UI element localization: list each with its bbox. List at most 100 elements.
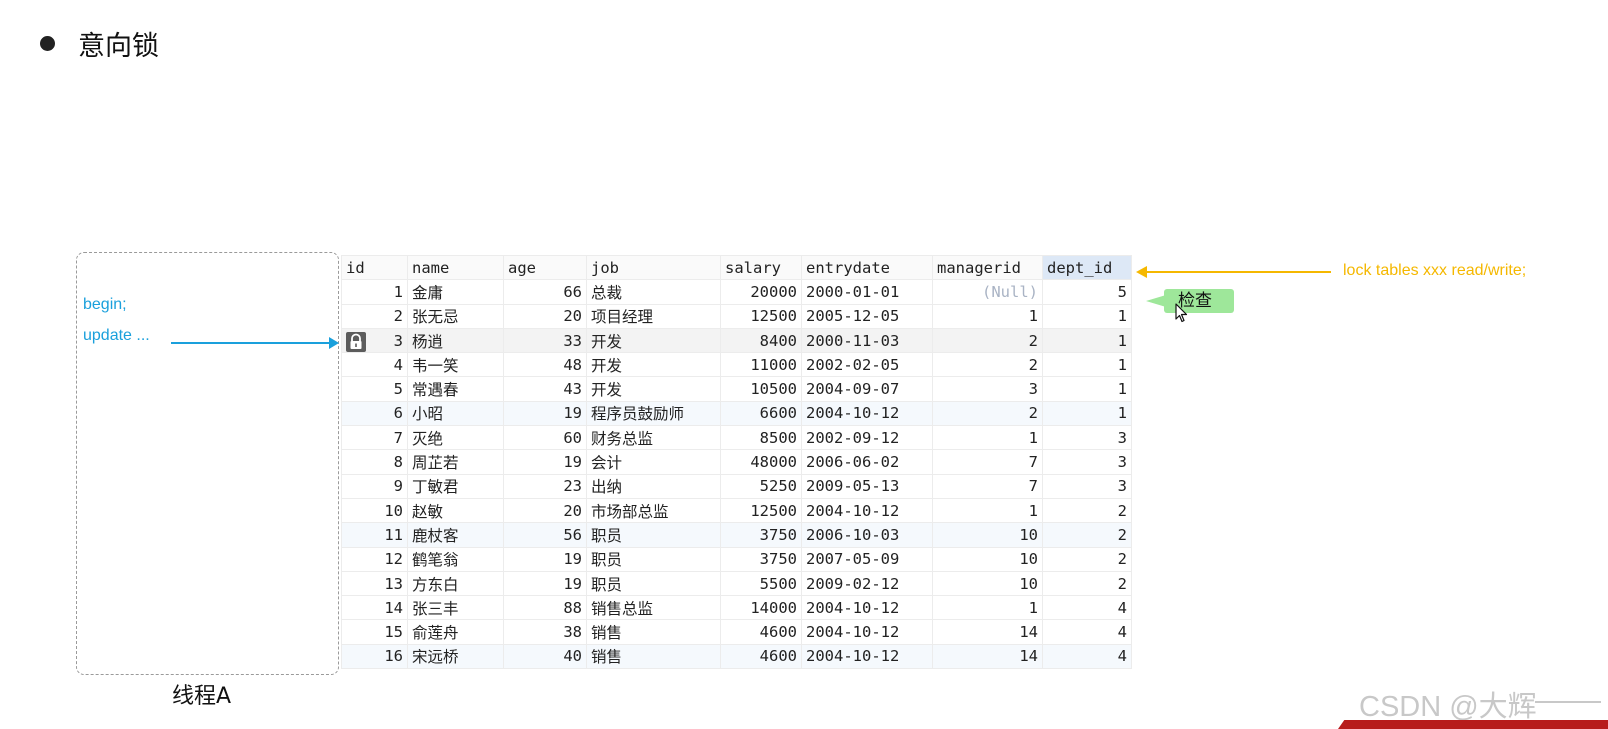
cell-dept-id[interactable]: 2 xyxy=(1042,522,1132,548)
cell-salary[interactable]: 5250 xyxy=(720,473,802,499)
cell-id[interactable]: 8 xyxy=(341,449,408,475)
cell-job[interactable]: 销售 xyxy=(586,643,721,670)
cell-age[interactable]: 60 xyxy=(503,425,587,451)
cell-name[interactable]: 杨逍 xyxy=(407,327,504,354)
cell-salary[interactable]: 11000 xyxy=(720,352,802,378)
col-header-name[interactable]: name xyxy=(407,254,504,281)
cell-entrydate[interactable]: 2002-02-05 xyxy=(801,352,933,378)
cell-dept-id[interactable]: 4 xyxy=(1042,595,1132,621)
table-row[interactable]: 11 鹿杖客 56 职员 3750 2006-10-03 10 2 xyxy=(341,522,1132,548)
cell-job[interactable]: 职员 xyxy=(586,522,721,548)
cell-managerid[interactable]: 10 xyxy=(932,570,1043,597)
cell-entrydate[interactable]: 2000-01-01 xyxy=(801,279,933,305)
cell-name[interactable]: 鹤笔翁 xyxy=(407,546,504,572)
cell-dept-id[interactable]: 3 xyxy=(1042,449,1132,475)
cell-salary[interactable]: 10500 xyxy=(720,376,802,402)
cell-managerid[interactable]: 10 xyxy=(932,546,1043,572)
table-row[interactable]: 9 丁敏君 23 出纳 5250 2009-05-13 7 3 xyxy=(341,473,1132,499)
cell-age[interactable]: 23 xyxy=(503,473,587,499)
cell-job[interactable]: 开发 xyxy=(586,327,721,354)
cell-salary[interactable]: 14000 xyxy=(720,595,802,621)
cell-age[interactable]: 56 xyxy=(503,522,587,548)
cell-dept-id[interactable]: 2 xyxy=(1042,570,1132,597)
cell-job[interactable]: 财务总监 xyxy=(586,425,721,451)
cell-dept-id[interactable]: 1 xyxy=(1042,400,1132,427)
cell-id[interactable]: 4 xyxy=(341,352,408,378)
cell-age[interactable]: 19 xyxy=(503,570,587,597)
cell-entrydate[interactable]: 2004-10-12 xyxy=(801,595,933,621)
cell-salary[interactable]: 5500 xyxy=(720,570,802,597)
col-header-managerid[interactable]: managerid xyxy=(932,254,1043,281)
cell-age[interactable]: 88 xyxy=(503,595,587,621)
cell-entrydate[interactable]: 2004-09-07 xyxy=(801,376,933,402)
cell-dept-id[interactable]: 1 xyxy=(1042,327,1132,354)
cell-id[interactable]: 2 xyxy=(341,303,408,329)
cell-entrydate[interactable]: 2009-02-12 xyxy=(801,570,933,597)
cell-dept-id[interactable]: 2 xyxy=(1042,497,1132,524)
cell-salary[interactable]: 20000 xyxy=(720,279,802,305)
cell-managerid[interactable]: 2 xyxy=(932,400,1043,427)
cell-salary[interactable]: 12500 xyxy=(720,497,802,524)
col-header-salary[interactable]: salary xyxy=(720,254,802,281)
cell-name[interactable]: 宋远桥 xyxy=(407,643,504,670)
cell-managerid[interactable]: 7 xyxy=(932,473,1043,499)
cell-age[interactable]: 19 xyxy=(503,400,587,427)
cell-name[interactable]: 俞莲舟 xyxy=(407,619,504,645)
cell-managerid[interactable]: 1 xyxy=(932,425,1043,451)
cell-name[interactable]: 周芷若 xyxy=(407,449,504,475)
cell-name[interactable]: 灭绝 xyxy=(407,425,504,451)
cell-entrydate[interactable]: 2007-05-09 xyxy=(801,546,933,572)
table-row[interactable]: 13 方东白 19 职员 5500 2009-02-12 10 2 xyxy=(341,570,1132,597)
cell-name[interactable]: 韦一笑 xyxy=(407,352,504,378)
cell-entrydate[interactable]: 2000-11-03 xyxy=(801,327,933,354)
cell-job[interactable]: 销售总监 xyxy=(586,595,721,621)
cell-dept-id[interactable]: 1 xyxy=(1042,352,1132,378)
cell-id[interactable]: 14 xyxy=(341,595,408,621)
cell-managerid[interactable]: 14 xyxy=(932,643,1043,670)
cell-id[interactable]: 5 xyxy=(341,376,408,402)
cell-age[interactable]: 20 xyxy=(503,497,587,524)
cell-id[interactable]: 10 xyxy=(341,497,408,524)
cell-salary[interactable]: 3750 xyxy=(720,522,802,548)
table-row[interactable]: 1 金庸 66 总裁 20000 2000-01-01 (Null) 5 xyxy=(341,279,1132,305)
cell-age[interactable]: 48 xyxy=(503,352,587,378)
cell-job[interactable]: 项目经理 xyxy=(586,303,721,329)
cell-id[interactable]: 13 xyxy=(341,570,408,597)
cell-managerid[interactable]: 7 xyxy=(932,449,1043,475)
cell-id[interactable]: 16 xyxy=(341,643,408,670)
cell-salary[interactable]: 4600 xyxy=(720,619,802,645)
table-row[interactable]: 16 宋远桥 40 销售 4600 2004-10-12 14 4 xyxy=(341,643,1132,670)
cell-job[interactable]: 出纳 xyxy=(586,473,721,499)
cell-age[interactable]: 19 xyxy=(503,546,587,572)
table-row[interactable]: 6 小昭 19 程序员鼓励师 6600 2004-10-12 2 1 xyxy=(341,400,1132,427)
cell-salary[interactable]: 8400 xyxy=(720,327,802,354)
cell-age[interactable]: 19 xyxy=(503,449,587,475)
cell-age[interactable]: 33 xyxy=(503,327,587,354)
cell-entrydate[interactable]: 2004-10-12 xyxy=(801,619,933,645)
cell-managerid[interactable]: 10 xyxy=(932,522,1043,548)
cell-managerid[interactable]: (Null) xyxy=(932,279,1043,305)
cell-salary[interactable]: 8500 xyxy=(720,425,802,451)
cell-name[interactable]: 张无忌 xyxy=(407,303,504,329)
cell-salary[interactable]: 6600 xyxy=(720,400,802,427)
cell-managerid[interactable]: 1 xyxy=(932,497,1043,524)
table-row[interactable]: 15 俞莲舟 38 销售 4600 2004-10-12 14 4 xyxy=(341,619,1132,645)
cell-entrydate[interactable]: 2009-05-13 xyxy=(801,473,933,499)
cell-job[interactable]: 职员 xyxy=(586,546,721,572)
col-header-id[interactable]: id xyxy=(341,254,408,281)
col-header-age[interactable]: age xyxy=(503,254,587,281)
table-row[interactable]: 10 赵敏 20 市场部总监 12500 2004-10-12 1 2 xyxy=(341,497,1132,524)
cell-entrydate[interactable]: 2006-06-02 xyxy=(801,449,933,475)
table-row[interactable]: 4 韦一笑 48 开发 11000 2002-02-05 2 1 xyxy=(341,352,1132,378)
cell-job[interactable]: 职员 xyxy=(586,570,721,597)
cell-entrydate[interactable]: 2006-10-03 xyxy=(801,522,933,548)
cell-managerid[interactable]: 2 xyxy=(932,352,1043,378)
table-row[interactable]: 7 灭绝 60 财务总监 8500 2002-09-12 1 3 xyxy=(341,425,1132,451)
col-header-dept-id[interactable]: dept_id xyxy=(1042,254,1132,281)
cell-name[interactable]: 丁敏君 xyxy=(407,473,504,499)
cell-entrydate[interactable]: 2005-12-05 xyxy=(801,303,933,329)
cell-name[interactable]: 张三丰 xyxy=(407,595,504,621)
cell-name[interactable]: 常遇春 xyxy=(407,376,504,402)
cell-entrydate[interactable]: 2004-10-12 xyxy=(801,400,933,427)
cell-id[interactable]: 15 xyxy=(341,619,408,645)
